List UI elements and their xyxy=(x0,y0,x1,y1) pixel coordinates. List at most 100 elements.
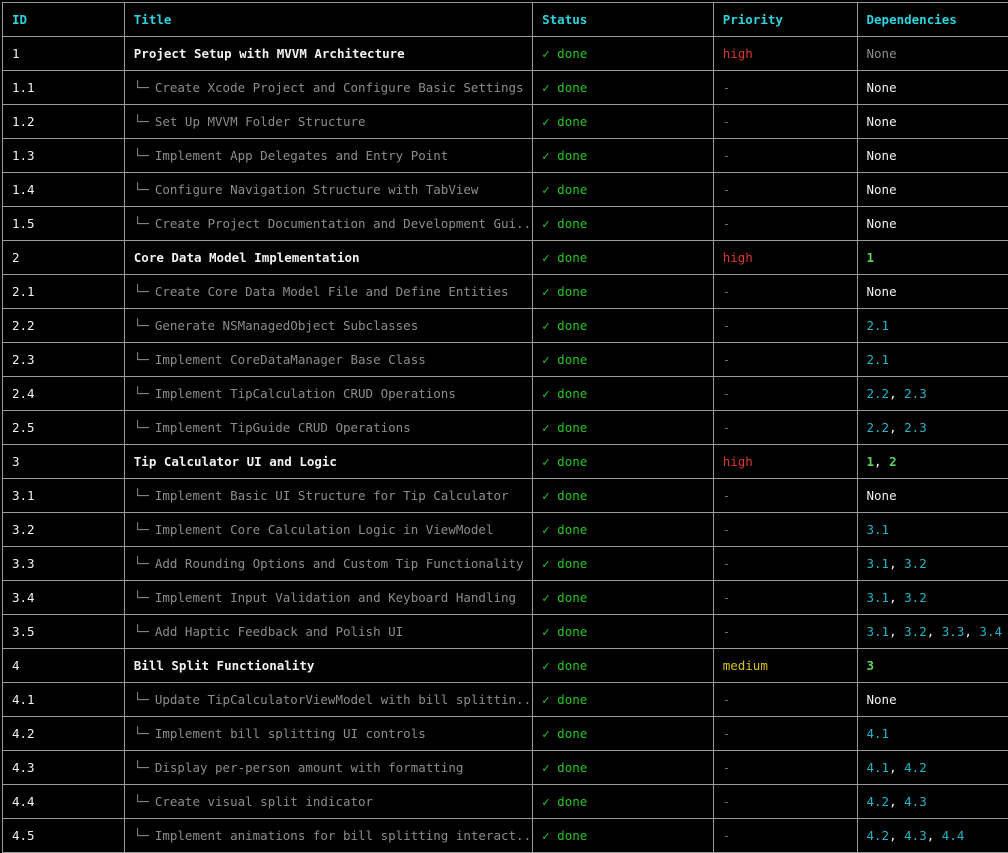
dependency-link: 4.1 xyxy=(867,726,890,741)
status-badge: ✓ done xyxy=(533,139,714,173)
status-badge: ✓ done xyxy=(533,173,714,207)
dependencies-cell: 2.2, 2.3 xyxy=(857,377,1008,411)
priority-label: - xyxy=(713,377,857,411)
task-title: Implement TipCalculation CRUD Operations xyxy=(155,386,456,401)
table-row: 2.4└─Implement TipCalculation CRUD Opera… xyxy=(3,377,1008,411)
priority-label: - xyxy=(713,309,857,343)
task-id: 4 xyxy=(3,649,125,683)
task-title-cell: └─Implement App Delegates and Entry Poin… xyxy=(124,139,532,173)
task-title: Create Core Data Model File and Define E… xyxy=(155,284,509,299)
priority-label: high xyxy=(713,445,857,479)
task-title-cell: └─Create visual split indicator xyxy=(124,785,532,819)
dependency-link: 2.3 xyxy=(904,420,927,435)
status-badge: ✓ done xyxy=(533,479,714,513)
dependencies-cell: None xyxy=(857,105,1008,139)
priority-label: - xyxy=(713,581,857,615)
task-title-cell: Core Data Model Implementation xyxy=(124,241,532,275)
tree-branch-icon: └─ xyxy=(134,726,155,741)
tree-branch-icon: └─ xyxy=(134,386,155,401)
priority-label: high xyxy=(713,37,857,71)
priority-label: - xyxy=(713,819,857,853)
task-title-cell: └─Set Up MVVM Folder Structure xyxy=(124,105,532,139)
task-id: 3.5 xyxy=(3,615,125,649)
priority-label: - xyxy=(713,139,857,173)
priority-label: high xyxy=(713,241,857,275)
dependencies-cell: None xyxy=(857,37,1008,71)
priority-label: - xyxy=(713,343,857,377)
task-title: Configure Navigation Structure with TabV… xyxy=(155,182,479,197)
status-badge: ✓ done xyxy=(533,71,714,105)
dependency-link: 2 xyxy=(889,454,897,469)
dependency-link: 2.1 xyxy=(867,318,890,333)
task-title-cell: └─Create Core Data Model File and Define… xyxy=(124,275,532,309)
dependency-link: 2.2 xyxy=(867,420,890,435)
priority-label: - xyxy=(713,207,857,241)
status-badge: ✓ done xyxy=(533,275,714,309)
table-row: 1.2└─Set Up MVVM Folder Structure✓ done-… xyxy=(3,105,1008,139)
priority-label: - xyxy=(713,173,857,207)
dependencies-cell: 3.1 xyxy=(857,513,1008,547)
tree-branch-icon: └─ xyxy=(134,420,155,435)
status-badge: ✓ done xyxy=(533,683,714,717)
task-id: 3 xyxy=(3,445,125,479)
status-badge: ✓ done xyxy=(533,309,714,343)
tree-branch-icon: └─ xyxy=(134,216,155,231)
task-title: Implement Core Calculation Logic in View… xyxy=(155,522,494,537)
dependency-link: 3.2 xyxy=(904,556,927,571)
task-id: 4.1 xyxy=(3,683,125,717)
task-table: ID Title Status Priority Dependencies 1P… xyxy=(2,2,1008,853)
task-id: 3.4 xyxy=(3,581,125,615)
tree-branch-icon: └─ xyxy=(134,284,155,299)
dependency-link: 3.4 xyxy=(979,624,1002,639)
table-row: 2.3└─Implement CoreDataManager Base Clas… xyxy=(3,343,1008,377)
header-title: Title xyxy=(124,3,532,37)
task-title-cell: └─Add Haptic Feedback and Polish UI xyxy=(124,615,532,649)
task-title-cell: └─Add Rounding Options and Custom Tip Fu… xyxy=(124,547,532,581)
status-badge: ✓ done xyxy=(533,411,714,445)
task-id: 3.3 xyxy=(3,547,125,581)
dependencies-cell: 3 xyxy=(857,649,1008,683)
priority-label: medium xyxy=(713,649,857,683)
task-title: Implement Input Validation and Keyboard … xyxy=(155,590,516,605)
table-row: 4.2└─Implement bill splitting UI control… xyxy=(3,717,1008,751)
task-title: Create Project Documentation and Develop… xyxy=(155,216,533,231)
tree-branch-icon: └─ xyxy=(134,794,155,809)
task-title: Project Setup with MVVM Architecture xyxy=(134,46,405,61)
dependency-link: 3.1 xyxy=(867,590,890,605)
task-id: 2.5 xyxy=(3,411,125,445)
table-row: 3.4└─Implement Input Validation and Keyb… xyxy=(3,581,1008,615)
task-title: Create visual split indicator xyxy=(155,794,373,809)
priority-label: - xyxy=(713,513,857,547)
task-title-cell: └─Implement TipCalculation CRUD Operatio… xyxy=(124,377,532,411)
task-title-cell: └─Implement TipGuide CRUD Operations xyxy=(124,411,532,445)
table-row: 3.2└─Implement Core Calculation Logic in… xyxy=(3,513,1008,547)
table-row: 1.5└─Create Project Documentation and De… xyxy=(3,207,1008,241)
priority-label: - xyxy=(713,71,857,105)
table-row: 4.4└─Create visual split indicator✓ done… xyxy=(3,785,1008,819)
tree-branch-icon: └─ xyxy=(134,182,155,197)
task-title: Implement Basic UI Structure for Tip Cal… xyxy=(155,488,509,503)
table-row: 4Bill Split Functionality✓ donemedium3 xyxy=(3,649,1008,683)
dependency-link: 4.3 xyxy=(904,828,927,843)
tree-branch-icon: └─ xyxy=(134,624,155,639)
status-badge: ✓ done xyxy=(533,547,714,581)
status-badge: ✓ done xyxy=(533,819,714,853)
dependency-none: None xyxy=(867,488,897,503)
priority-label: - xyxy=(713,275,857,309)
dependencies-cell: 4.1, 4.2 xyxy=(857,751,1008,785)
dependency-link: 3.2 xyxy=(904,624,927,639)
task-id: 1.3 xyxy=(3,139,125,173)
dependency-link: 3 xyxy=(867,658,875,673)
status-badge: ✓ done xyxy=(533,513,714,547)
task-id: 3.2 xyxy=(3,513,125,547)
task-id: 1.1 xyxy=(3,71,125,105)
table-row: 2.2└─Generate NSManagedObject Subclasses… xyxy=(3,309,1008,343)
status-badge: ✓ done xyxy=(533,717,714,751)
status-badge: ✓ done xyxy=(533,649,714,683)
tree-branch-icon: └─ xyxy=(134,318,155,333)
task-title: Update TipCalculatorViewModel with bill … xyxy=(155,692,533,707)
task-title: Implement TipGuide CRUD Operations xyxy=(155,420,411,435)
task-title-cell: └─Generate NSManagedObject Subclasses xyxy=(124,309,532,343)
task-title: Create Xcode Project and Configure Basic… xyxy=(155,80,524,95)
task-id: 2.2 xyxy=(3,309,125,343)
